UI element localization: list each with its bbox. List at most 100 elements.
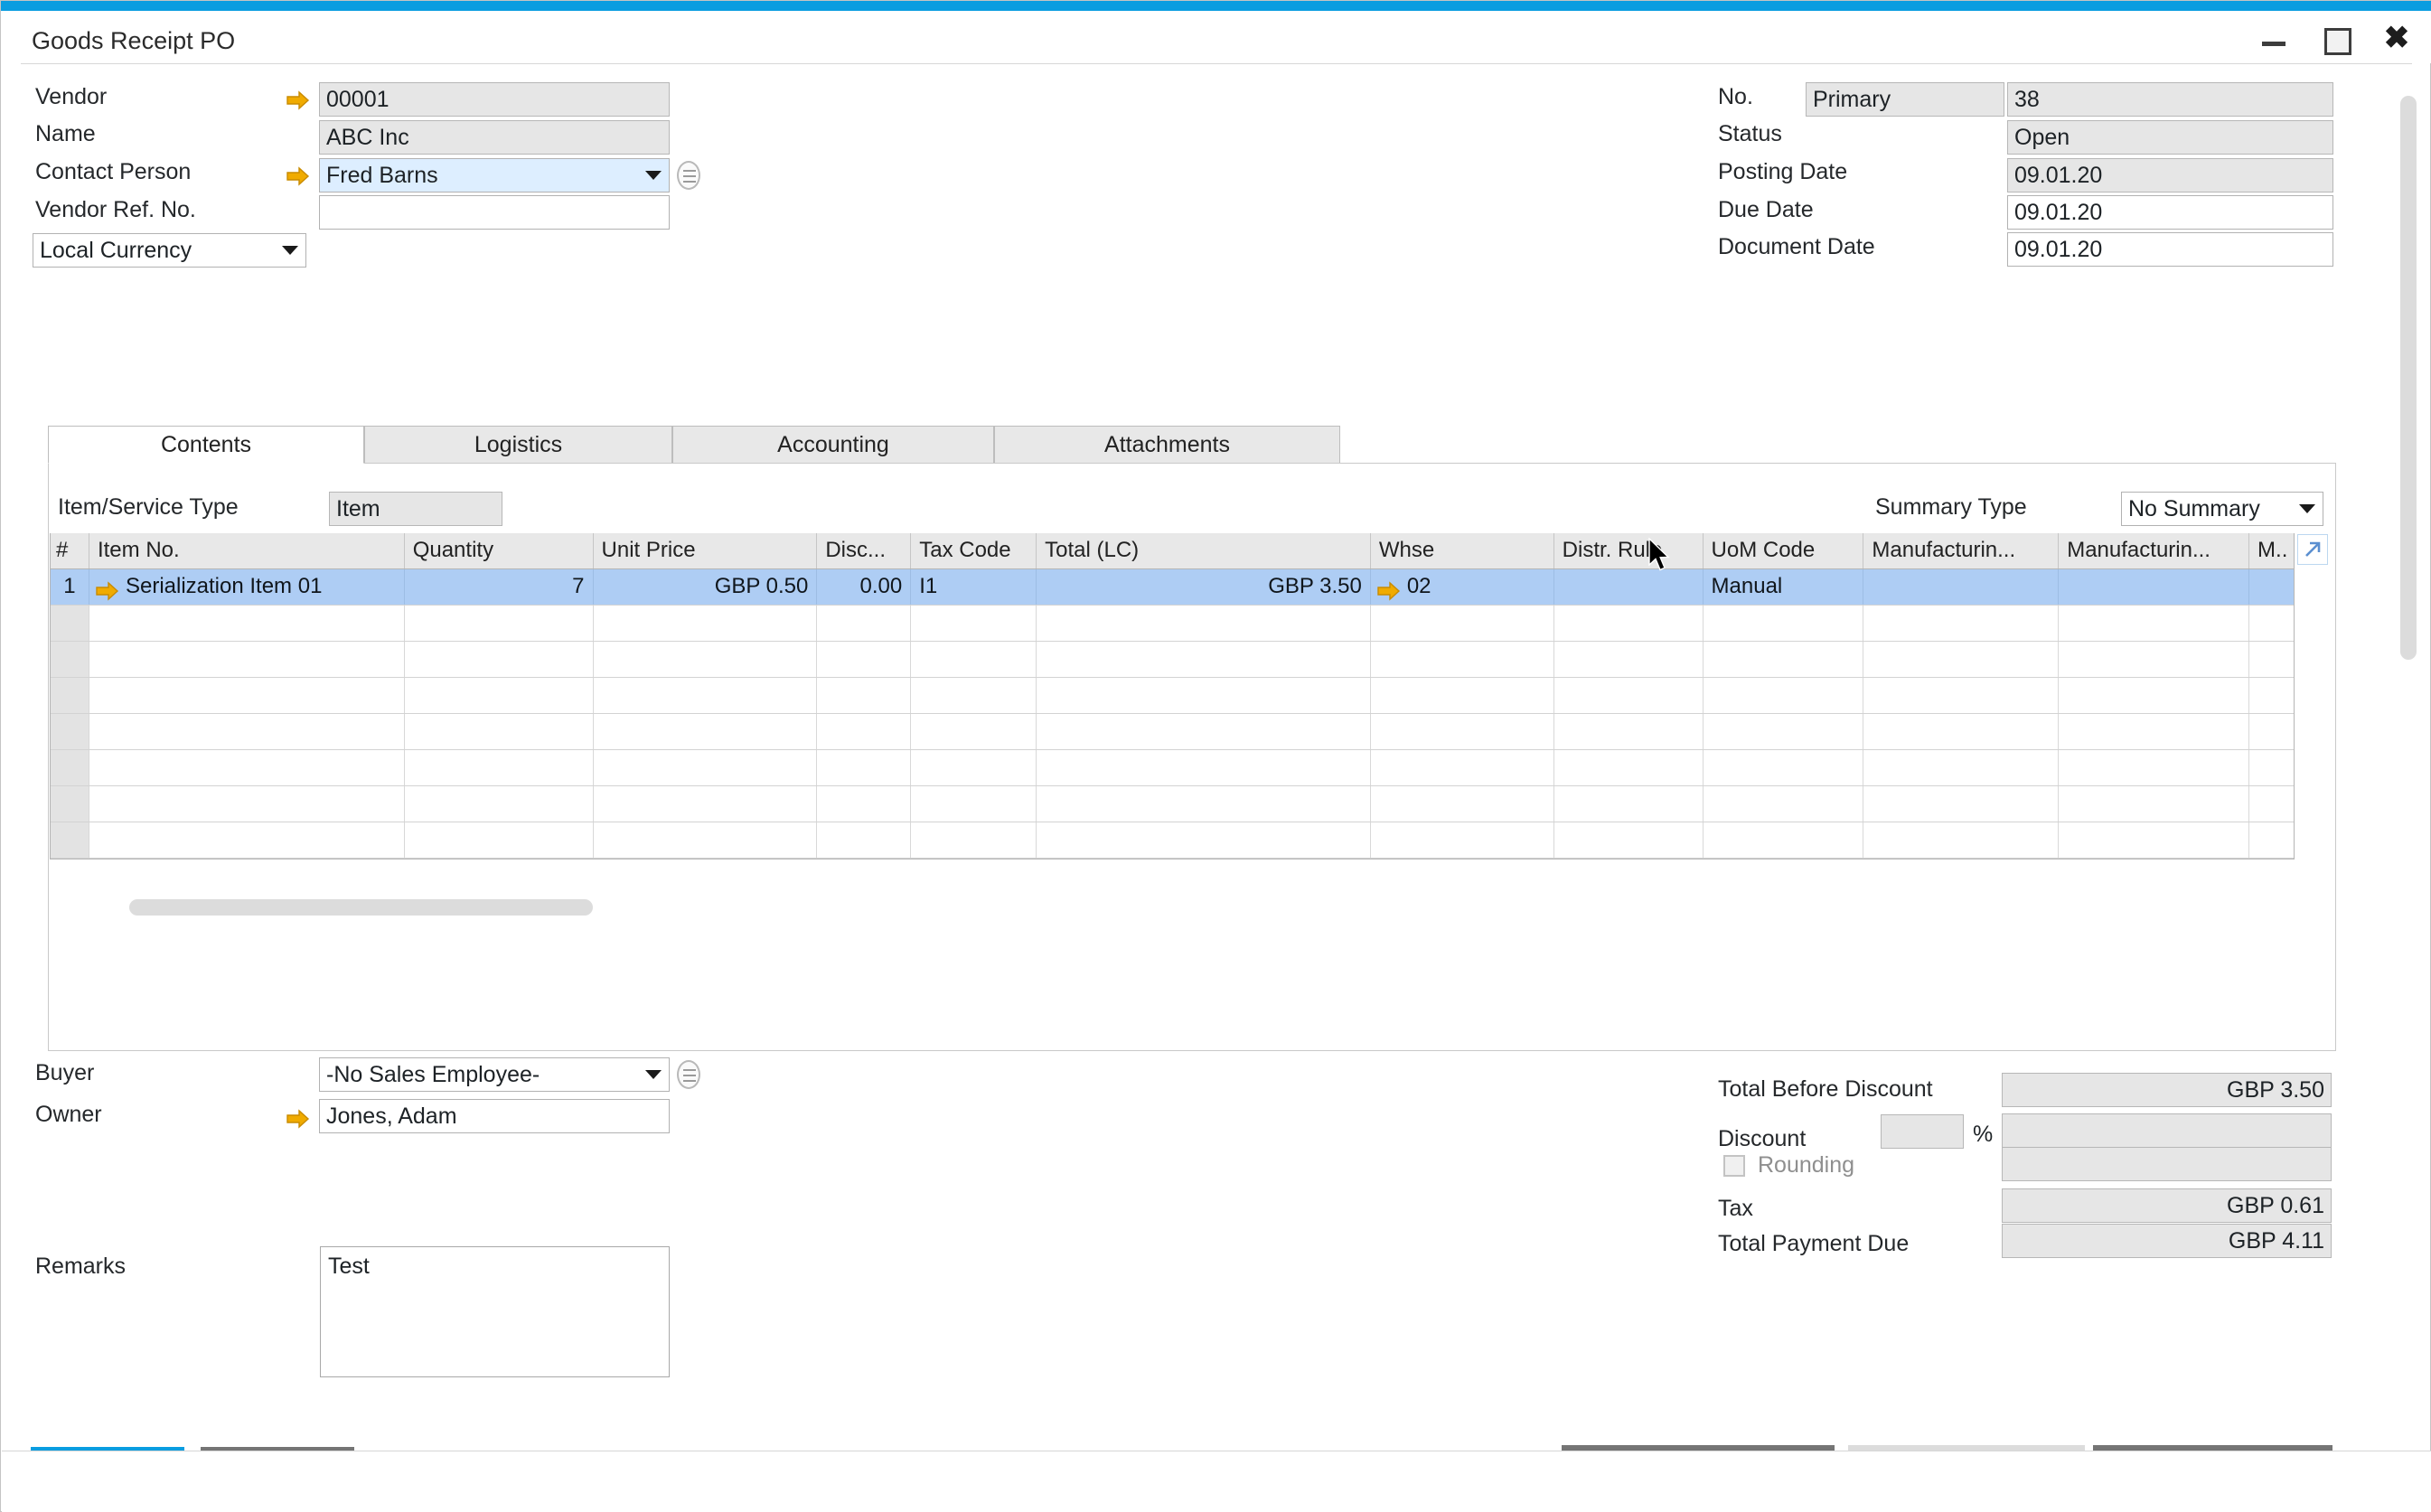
col-manufacturing-1[interactable]: Manufacturin... <box>1863 533 2060 568</box>
col-uom-code[interactable]: UoM Code <box>1703 533 1864 568</box>
table-cell[interactable] <box>2249 822 2294 858</box>
table-cell[interactable] <box>1554 606 1704 641</box>
table-row[interactable] <box>51 678 2294 714</box>
cell-distr-rule[interactable] <box>1553 569 1704 605</box>
table-cell[interactable] <box>594 714 818 749</box>
table-cell[interactable] <box>2249 678 2294 713</box>
col-quantity[interactable]: Quantity <box>404 533 594 568</box>
table-cell[interactable] <box>817 642 912 677</box>
table-cell[interactable] <box>1704 606 1864 641</box>
table-cell[interactable] <box>2059 786 2250 822</box>
tab-logistics[interactable]: Logistics <box>364 426 672 464</box>
no-series-field[interactable]: Primary <box>1806 82 2004 117</box>
table-cell[interactable] <box>911 750 1037 785</box>
table-cell[interactable] <box>1863 642 2060 677</box>
table-cell[interactable] <box>1037 606 1371 641</box>
table-cell[interactable] <box>1037 786 1371 822</box>
contact-person-link-arrow-icon[interactable] <box>286 166 310 186</box>
col-index[interactable]: # <box>51 533 89 568</box>
table-cell[interactable] <box>1371 750 1554 785</box>
table-cell[interactable] <box>1371 606 1554 641</box>
table-cell[interactable] <box>1704 786 1864 822</box>
buyer-list-icon[interactable] <box>677 1060 700 1089</box>
table-cell[interactable] <box>51 642 89 677</box>
table-cell[interactable] <box>51 750 89 785</box>
table-cell[interactable] <box>1863 822 2060 858</box>
table-cell[interactable] <box>1371 678 1554 713</box>
table-cell[interactable] <box>89 606 405 641</box>
table-cell[interactable] <box>594 678 818 713</box>
table-cell[interactable] <box>405 786 594 822</box>
cell-discount[interactable]: 0.00 <box>817 569 912 605</box>
table-cell[interactable] <box>405 750 594 785</box>
no-value-field[interactable]: 38 <box>2007 82 2333 117</box>
currency-combo[interactable]: Local Currency <box>33 233 306 268</box>
col-unit-price[interactable]: Unit Price <box>593 533 818 568</box>
table-cell[interactable] <box>2059 714 2250 749</box>
table-cell[interactable] <box>2059 606 2250 641</box>
table-cell[interactable] <box>51 678 89 713</box>
table-cell[interactable] <box>1704 750 1864 785</box>
table-cell[interactable] <box>405 714 594 749</box>
table-row[interactable] <box>51 822 2294 859</box>
cell-manufacturing-3[interactable] <box>2249 569 2295 605</box>
close-icon[interactable]: ✖ <box>2381 23 2412 54</box>
name-field[interactable]: ABC Inc <box>319 120 670 155</box>
table-cell[interactable] <box>594 786 818 822</box>
table-cell[interactable] <box>2059 822 2250 858</box>
table-cell[interactable] <box>1704 642 1864 677</box>
cell-item-no[interactable]: Serialization Item 01 <box>89 569 405 605</box>
table-cell[interactable] <box>89 786 405 822</box>
table-cell[interactable] <box>2059 678 2250 713</box>
table-cell[interactable] <box>817 822 912 858</box>
col-manufacturing-3[interactable]: M.. <box>2249 533 2295 568</box>
table-cell[interactable] <box>1037 822 1371 858</box>
table-cell[interactable] <box>405 642 594 677</box>
table-cell[interactable] <box>1371 714 1554 749</box>
table-cell[interactable] <box>594 750 818 785</box>
col-whse[interactable]: Whse <box>1370 533 1554 568</box>
whse-link-arrow-icon[interactable] <box>1377 578 1401 605</box>
table-cell[interactable] <box>1704 714 1864 749</box>
table-cell[interactable] <box>594 642 818 677</box>
table-cell[interactable] <box>594 822 818 858</box>
table-cell[interactable] <box>89 714 405 749</box>
table-cell[interactable] <box>1554 822 1704 858</box>
table-cell[interactable] <box>1554 678 1704 713</box>
page-vertical-scrollbar[interactable] <box>2400 96 2417 660</box>
cell-tax-code[interactable]: I1 <box>911 569 1037 605</box>
table-row[interactable]: 1 Serialization Item 01 7 GBP 0.50 0.00 … <box>51 569 2295 606</box>
expand-arrow-icon[interactable] <box>2297 534 2328 565</box>
summary-type-combo[interactable]: No Summary <box>2121 492 2323 526</box>
table-cell[interactable] <box>911 786 1037 822</box>
table-cell[interactable] <box>405 606 594 641</box>
col-total-lc[interactable]: Total (LC) <box>1037 533 1371 568</box>
col-item-no[interactable]: Item No. <box>89 533 405 568</box>
cell-unit-price[interactable]: GBP 0.50 <box>593 569 818 605</box>
table-cell[interactable] <box>911 606 1037 641</box>
table-cell[interactable] <box>2059 642 2250 677</box>
table-cell[interactable] <box>1037 714 1371 749</box>
owner-field[interactable]: Jones, Adam <box>319 1099 670 1133</box>
cell-manufacturing-1[interactable] <box>1863 569 2060 605</box>
table-cell[interactable] <box>2249 606 2294 641</box>
tab-attachments[interactable]: Attachments <box>994 426 1340 464</box>
col-discount[interactable]: Disc... <box>817 533 912 568</box>
table-cell[interactable] <box>1371 786 1554 822</box>
table-cell[interactable] <box>1037 678 1371 713</box>
table-cell[interactable] <box>1554 786 1704 822</box>
maximize-icon[interactable] <box>2320 23 2351 55</box>
table-cell[interactable] <box>2249 714 2294 749</box>
table-cell[interactable] <box>1554 714 1704 749</box>
vendor-ref-no-field[interactable] <box>319 195 670 230</box>
vendor-field[interactable]: 00001 <box>319 82 670 117</box>
item-service-type-field[interactable]: Item <box>329 492 502 526</box>
table-cell[interactable] <box>817 678 912 713</box>
document-date-field[interactable]: 09.01.20 <box>2007 232 2333 267</box>
table-cell[interactable] <box>2249 786 2294 822</box>
contact-person-combo[interactable]: Fred Barns <box>319 158 670 193</box>
table-row[interactable] <box>51 642 2294 678</box>
due-date-field[interactable]: 09.01.20 <box>2007 195 2333 230</box>
item-link-arrow-icon[interactable] <box>96 578 119 605</box>
table-cell[interactable] <box>594 606 818 641</box>
